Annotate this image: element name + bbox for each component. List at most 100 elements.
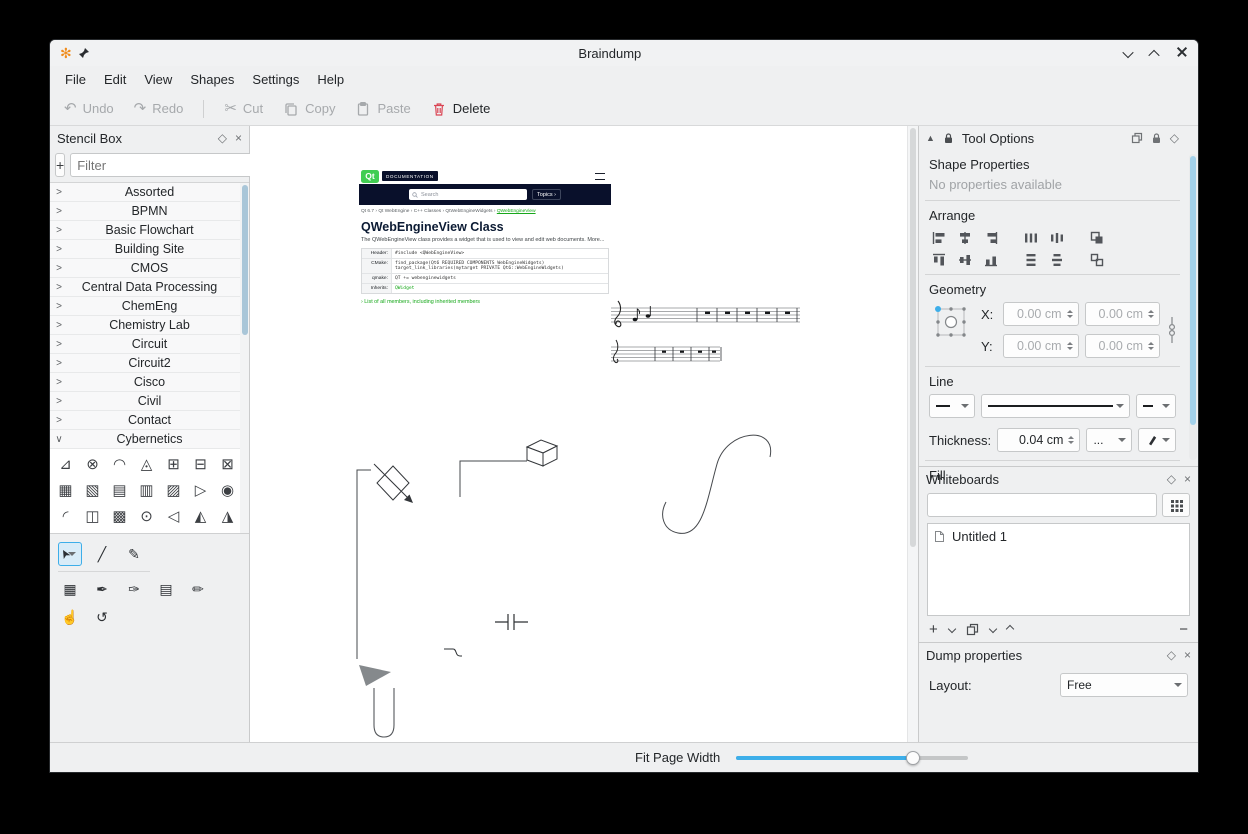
menu-edit[interactable]: Edit [95, 69, 135, 90]
align-middle-icon[interactable] [955, 250, 975, 270]
stencil-category[interactable]: >Chemistry Lab [50, 316, 249, 335]
close-panel-button[interactable]: × [1184, 649, 1191, 661]
stencil-shape[interactable]: ◬ [133, 451, 160, 477]
scrollbar-thumb[interactable] [1190, 156, 1196, 425]
distribute-vertical-center-icon[interactable] [1047, 250, 1067, 270]
test-tube-shape[interactable] [374, 688, 394, 737]
stencil-shape[interactable]: ▧ [79, 477, 106, 503]
canvas-scrollbar[interactable] [907, 126, 918, 742]
stencil-category[interactable]: >Assorted [50, 183, 249, 202]
slider-handle[interactable] [906, 751, 920, 765]
stencil-shape[interactable]: ⊟ [187, 451, 214, 477]
whiteboard-list-item[interactable]: Untitled 1 [934, 529, 1183, 544]
grid-tool-button[interactable]: ▦ [58, 577, 82, 601]
paste-button[interactable]: Paste [355, 101, 410, 117]
stencil-scrollbar[interactable] [240, 183, 249, 533]
aspect-ratio-chain-icon[interactable] [1168, 313, 1176, 347]
canvas[interactable]: Qt DOCUMENTATION Search Topics › Qt 6.7 … [250, 126, 918, 742]
move-down-button[interactable] [989, 625, 997, 633]
stencil-shape[interactable]: ▷ [187, 477, 214, 503]
move-up-button[interactable] [1006, 625, 1014, 633]
scrollbar-thumb[interactable] [242, 185, 248, 335]
stencil-category[interactable]: >Cisco [50, 373, 249, 392]
stencil-category[interactable]: >Circuit2 [50, 354, 249, 373]
stencil-shape[interactable]: ▨ [160, 477, 187, 503]
join-style-select[interactable]: ... [1086, 428, 1132, 452]
align-center-horizontal-icon[interactable] [955, 228, 975, 248]
stencil-shape[interactable]: ⊗ [79, 451, 106, 477]
music-staff-shape[interactable] [611, 301, 800, 327]
thickness-spinbox[interactable]: 0.04 cm [997, 428, 1080, 452]
ungroup-icon[interactable] [1087, 250, 1107, 270]
stencil-category[interactable]: >ChemEng [50, 297, 249, 316]
minimize-button[interactable] [1124, 46, 1132, 61]
add-whiteboard-button[interactable]: + [929, 621, 938, 638]
float-panel-icon[interactable] [1131, 132, 1143, 144]
stencil-shape[interactable]: ▩ [106, 503, 133, 529]
maximize-button[interactable] [1150, 46, 1158, 61]
stencil-shape[interactable]: ◮ [214, 503, 241, 529]
stencil-shape[interactable]: ◠ [106, 451, 133, 477]
stencil-shape[interactable]: ◜ [52, 503, 79, 529]
calligraphy-tool-button[interactable]: ✒ [90, 577, 114, 601]
duplicate-whiteboard-button[interactable] [966, 623, 979, 636]
menu-shapes[interactable]: Shapes [181, 69, 243, 90]
distribute-horizontal-center-icon[interactable] [1047, 228, 1067, 248]
delete-button[interactable]: Delete [431, 101, 491, 117]
stencil-category[interactable]: >Basic Flowchart [50, 221, 249, 240]
line-start-marker-select[interactable] [929, 394, 975, 418]
menu-view[interactable]: View [135, 69, 181, 90]
line-end-marker-select[interactable] [1136, 394, 1176, 418]
brush-tool-button[interactable]: ✑ [122, 577, 146, 601]
cube-shape[interactable] [527, 440, 557, 466]
line-style-select[interactable] [981, 394, 1130, 418]
tool-options-scrollbar[interactable] [1189, 154, 1197, 460]
stencil-shape[interactable]: ◫ [79, 503, 106, 529]
stencil-shape[interactable]: ◉ [214, 477, 241, 503]
layout-select[interactable]: Free [1060, 673, 1188, 697]
stencil-category[interactable]: >BPMN [50, 202, 249, 221]
polyline-shape[interactable] [357, 470, 371, 659]
pencil-tool-button[interactable]: ✏ [186, 577, 210, 601]
redo-button[interactable]: ↷ Redo [134, 101, 184, 116]
select-tool-button[interactable]: ➤ [58, 542, 82, 566]
stencil-category[interactable]: >CMOS [50, 259, 249, 278]
remove-whiteboard-button[interactable]: − [1179, 621, 1188, 638]
dock-diamond-button[interactable]: ◇ [1170, 132, 1179, 144]
close-panel-button[interactable]: × [235, 132, 242, 144]
float-panel-button[interactable]: ◇ [218, 132, 227, 144]
stencil-shape[interactable]: ▤ [106, 477, 133, 503]
distribute-vertical-top-icon[interactable] [1021, 250, 1041, 270]
capacitor-shape[interactable] [495, 614, 528, 630]
stencil-category[interactable]: >Contact [50, 411, 249, 430]
stencil-filter-input[interactable] [70, 153, 260, 177]
app-icon[interactable]: ✻ [60, 45, 72, 62]
align-left-icon[interactable] [929, 228, 949, 248]
height-spinbox[interactable]: 0.00 cm [1085, 334, 1161, 358]
add-menu-chevron-icon[interactable] [948, 625, 956, 633]
crossed-diamond-shape[interactable] [374, 464, 413, 503]
add-stencil-button[interactable]: + [55, 153, 65, 177]
pin-panel-icon[interactable] [1151, 132, 1162, 144]
anchor-position-widget[interactable] [929, 302, 973, 344]
scrollbar-thumb[interactable] [910, 128, 916, 547]
distribute-horizontal-left-icon[interactable] [1021, 228, 1041, 248]
menu-settings[interactable]: Settings [243, 69, 308, 90]
s-curve-shape[interactable] [663, 435, 771, 533]
menu-file[interactable]: File [56, 69, 95, 90]
width-spinbox[interactable]: 0.00 cm [1085, 302, 1161, 326]
zoom-slider[interactable] [736, 756, 968, 760]
image-tool-button[interactable]: ▤ [154, 577, 178, 601]
x-position-spinbox[interactable]: 0.00 cm [1003, 302, 1079, 326]
cap-style-button[interactable] [1138, 428, 1176, 452]
freehand-tool-button[interactable]: ✎ [122, 542, 146, 566]
collapse-icon[interactable]: ▲ [926, 133, 935, 143]
stencil-shape[interactable]: ⊙ [133, 503, 160, 529]
stencil-shape[interactable]: ⊞ [160, 451, 187, 477]
line-tool-button[interactable]: ╱ [90, 542, 114, 566]
undo-button[interactable]: ↶ Undo [64, 101, 114, 116]
squiggle-shape[interactable] [444, 649, 462, 656]
float-panel-button[interactable]: ◇ [1167, 649, 1176, 661]
stencil-category[interactable]: >Civil [50, 392, 249, 411]
align-top-icon[interactable] [929, 250, 949, 270]
